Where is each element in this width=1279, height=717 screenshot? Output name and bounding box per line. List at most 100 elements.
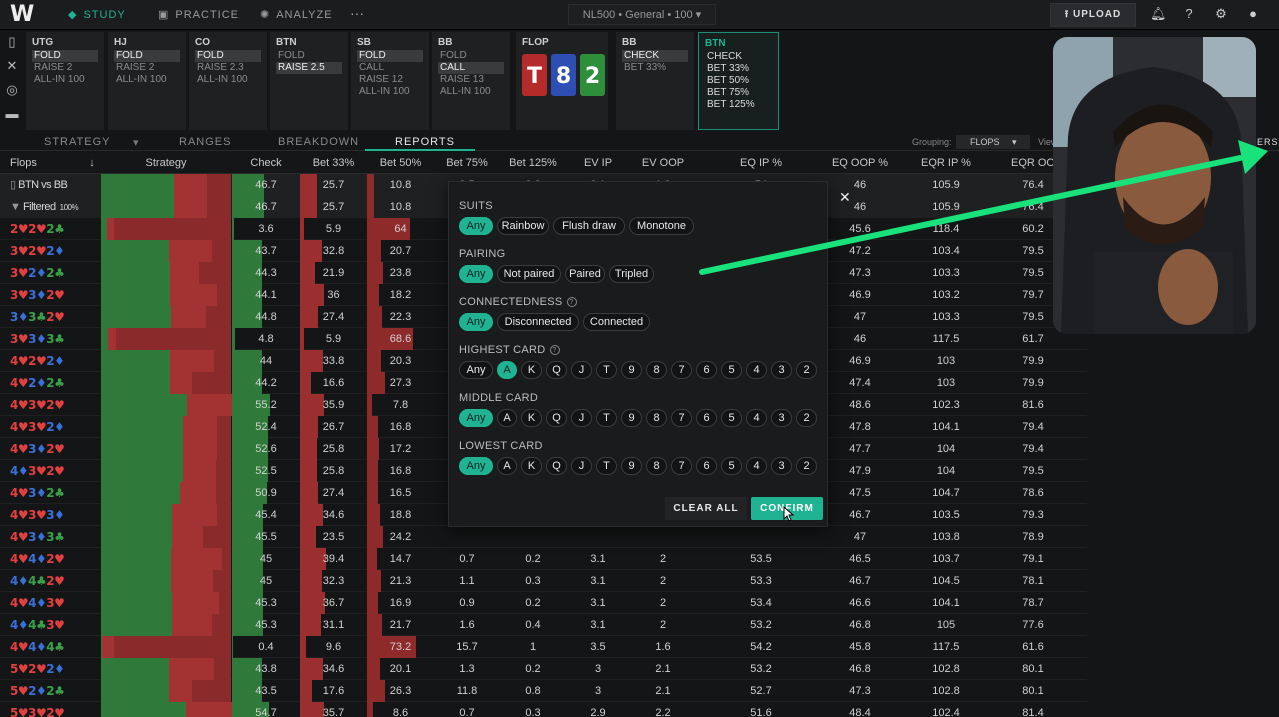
- rank-chip[interactable]: Any: [459, 361, 493, 379]
- rank-chip[interactable]: T: [596, 409, 617, 427]
- tab-breakdown[interactable]: BREAKDOWN: [278, 136, 359, 148]
- rank-chip[interactable]: 9: [621, 409, 642, 427]
- filter-chip[interactable]: Any: [459, 313, 493, 331]
- filter-chip[interactable]: Rainbow: [497, 217, 549, 235]
- table-row[interactable]: 4♥4♦2♥ 45 39.4 14.7 0.7 0.2 3.1 2 53.5 46.5 103.7 7…: [0, 548, 1087, 570]
- rank-chip[interactable]: Any: [459, 457, 493, 475]
- filter-chip[interactable]: Connected: [583, 313, 650, 331]
- rank-chip[interactable]: 4: [746, 457, 767, 475]
- column-header[interactable]: Bet 50%: [367, 153, 434, 174]
- user-icon[interactable]: ●: [1245, 6, 1261, 22]
- bookmark-icon[interactable]: ▯: [0, 30, 24, 54]
- table-row[interactable]: 4♦4♣2♥ 45 32.3 21.3 1.1 0.3 3.1 2 53.3 46.7 104.5 7…: [0, 570, 1087, 592]
- rank-chip[interactable]: T: [596, 361, 617, 379]
- action-option[interactable]: CALL: [357, 62, 423, 74]
- rank-chip[interactable]: 3: [771, 409, 792, 427]
- logo[interactable]: W: [10, 2, 38, 28]
- filters-button[interactable]: ERS: [1257, 137, 1279, 147]
- action-option[interactable]: RAISE 2.3: [195, 62, 261, 74]
- action-option[interactable]: BET 125%: [705, 99, 772, 111]
- rank-chip[interactable]: K: [521, 361, 542, 379]
- rank-chip[interactable]: 6: [696, 409, 717, 427]
- action-option[interactable]: BET 75%: [705, 87, 772, 99]
- table-row[interactable]: 4♥4♦3♥ 45.3 36.7 16.9 0.9 0.2 3.1 2 53.4 46.6 104.…: [0, 592, 1087, 614]
- grouping-select[interactable]: FLOPS ▾: [956, 135, 1030, 149]
- nav-analyze[interactable]: ✺ ANALYZE: [260, 8, 333, 21]
- filter-chip[interactable]: Any: [459, 217, 493, 235]
- rank-chip[interactable]: T: [596, 457, 617, 475]
- action-option[interactable]: RAISE 2.5: [276, 62, 342, 74]
- column-header[interactable]: Flops: [0, 153, 100, 174]
- upload-button[interactable]: ⭱ UPLOAD: [1050, 3, 1136, 27]
- column-header[interactable]: EQ OOP %: [826, 153, 894, 174]
- table-row[interactable]: 4♥4♦4♣ 0.4 9.6 73.2 15.7 1 3.5 1.6 54.2 45.8 117.5…: [0, 636, 1087, 658]
- rank-chip[interactable]: Q: [546, 457, 567, 475]
- rank-chip[interactable]: 4: [746, 361, 767, 379]
- column-header[interactable]: Strategy: [100, 153, 232, 174]
- rank-chip[interactable]: 3: [771, 457, 792, 475]
- rank-chip[interactable]: 6: [696, 361, 717, 379]
- column-header[interactable]: EV IP: [566, 153, 630, 174]
- rank-chip[interactable]: J: [571, 457, 592, 475]
- close-icon[interactable]: ✕: [839, 189, 851, 206]
- table-row[interactable]: 4♦4♣3♥ 45.3 31.1 21.7 1.6 0.4 3.1 2 53.2 46.8 105 7…: [0, 614, 1087, 636]
- nav-study[interactable]: ◆ STUDY: [68, 8, 126, 21]
- chevron-down-icon[interactable]: ▾: [133, 136, 140, 149]
- action-option[interactable]: ALL-IN 100: [438, 86, 504, 98]
- table-row[interactable]: 5♥3♥2♥ 54.7 35.7 8.6 0.7 0.3 2.9 2.2 51.6 48.4 102…: [0, 702, 1087, 717]
- table-row[interactable]: 4♥3♦3♣45.523.524.247103.878.9⋮: [0, 526, 1087, 548]
- rank-chip[interactable]: 2: [796, 361, 817, 379]
- tab-strategy[interactable]: STRATEGY: [44, 136, 110, 148]
- rank-chip[interactable]: A: [497, 457, 517, 475]
- filter-chip[interactable]: Not paired: [497, 265, 561, 283]
- column-header[interactable]: EQR IP %: [894, 153, 998, 174]
- action-option[interactable]: RAISE 13: [438, 74, 504, 86]
- clear-all-button[interactable]: CLEAR ALL: [665, 497, 747, 520]
- help-icon[interactable]: ?: [566, 297, 577, 307]
- rank-chip[interactable]: 5: [721, 361, 742, 379]
- more-menu-icon[interactable]: ···: [350, 5, 364, 21]
- gear-icon[interactable]: ⚙: [1213, 6, 1229, 22]
- action-option[interactable]: FOLD: [114, 50, 180, 62]
- rank-chip[interactable]: 9: [621, 457, 642, 475]
- action-option[interactable]: FOLD: [276, 50, 342, 62]
- help-icon[interactable]: ?: [1181, 6, 1197, 22]
- rank-chip[interactable]: 5: [721, 457, 742, 475]
- rank-chip[interactable]: 8: [646, 457, 667, 475]
- filter-chip[interactable]: Disconnected: [497, 313, 579, 331]
- rank-chip[interactable]: J: [571, 409, 592, 427]
- action-option[interactable]: BET 33%: [622, 62, 688, 74]
- target-icon[interactable]: ◎: [0, 78, 24, 102]
- table-row[interactable]: 5♥2♦2♣ 43.5 17.6 26.3 11.8 0.8 3 2.1 52.7 47.3 102…: [0, 680, 1087, 702]
- rank-chip[interactable]: 2: [796, 457, 817, 475]
- action-option[interactable]: ALL-IN 100: [195, 74, 261, 86]
- help-icon[interactable]: ?: [549, 345, 560, 355]
- action-option[interactable]: BET 33%: [705, 63, 772, 75]
- action-option[interactable]: FOLD: [357, 50, 423, 62]
- column-header[interactable]: EQ IP %: [696, 153, 826, 174]
- column-header[interactable]: Bet 75%: [434, 153, 500, 174]
- rank-chip[interactable]: 7: [671, 409, 692, 427]
- rank-chip[interactable]: 2: [796, 409, 817, 427]
- tab-ranges[interactable]: RANGES: [179, 136, 231, 148]
- filter-chip[interactable]: Monotone: [629, 217, 694, 235]
- filter-chip[interactable]: Flush draw: [553, 217, 625, 235]
- column-header[interactable]: Bet 125%: [500, 153, 566, 174]
- action-option[interactable]: BET 50%: [705, 75, 772, 87]
- rank-chip[interactable]: 8: [646, 409, 667, 427]
- action-option[interactable]: CALL: [438, 62, 504, 74]
- action-option[interactable]: FOLD: [195, 50, 261, 62]
- filter-chip[interactable]: Any: [459, 265, 493, 283]
- column-header[interactable]: Check: [232, 153, 300, 174]
- game-select[interactable]: NL500 • General • 100 ▾: [568, 4, 716, 25]
- rank-chip[interactable]: K: [521, 409, 542, 427]
- action-option[interactable]: CHECK: [705, 51, 772, 63]
- rank-chip[interactable]: Q: [546, 361, 567, 379]
- action-option[interactable]: RAISE 2: [114, 62, 180, 74]
- rank-chip[interactable]: K: [521, 457, 542, 475]
- action-option[interactable]: FOLD: [32, 50, 98, 62]
- action-option[interactable]: ALL-IN 100: [357, 86, 423, 98]
- column-header[interactable]: EV OOP: [630, 153, 696, 174]
- column-header[interactable]: Bet 33%: [300, 153, 367, 174]
- nav-practice[interactable]: ▣ PRACTICE: [158, 8, 239, 21]
